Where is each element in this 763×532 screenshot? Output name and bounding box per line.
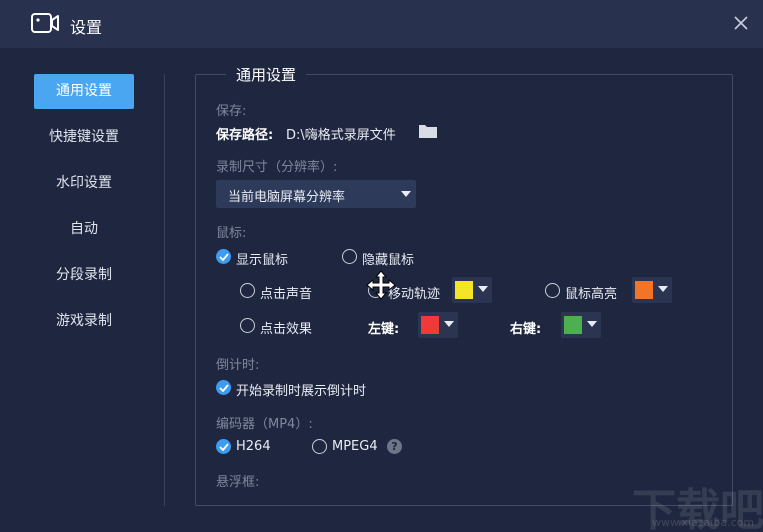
cursor-highlight-color-swatch — [635, 281, 653, 299]
sidebar-item-general[interactable]: 通用设置 — [34, 74, 134, 109]
sidebar-divider — [164, 74, 165, 506]
save-section-label: 保存: — [216, 104, 247, 119]
chevron-down-icon — [444, 321, 454, 327]
click-effect-label: 点击效果 — [260, 322, 313, 337]
checkmark-icon — [218, 383, 229, 392]
resolution-selected-value: 当前电脑屏幕分辨率 — [228, 190, 346, 205]
close-button[interactable] — [728, 10, 754, 36]
move-trail-color-picker[interactable] — [452, 277, 492, 303]
mpeg4-radio[interactable] — [312, 439, 327, 454]
help-icon[interactable]: ? — [387, 439, 402, 454]
checkmark-icon — [218, 252, 229, 261]
click-effect-radio[interactable] — [240, 318, 255, 333]
watermark-url: www.xiazaiba.com — [652, 516, 755, 529]
sidebar-item-hotkeys[interactable]: 快捷键设置 — [34, 120, 134, 155]
hide-cursor-label: 隐藏鼠标 — [362, 253, 415, 268]
h264-label: H264 — [236, 439, 271, 454]
right-key-label: 右键: — [510, 322, 542, 337]
sidebar-item-auto[interactable]: 自动 — [34, 212, 134, 247]
cursor-highlight-label: 鼠标高亮 — [565, 287, 618, 302]
right-key-color-swatch — [564, 316, 582, 334]
show-cursor-checkbox[interactable] — [216, 249, 231, 264]
cursor-highlight-color-picker[interactable] — [632, 277, 672, 303]
resolution-select[interactable]: 当前电脑屏幕分辨率 — [216, 180, 416, 208]
save-path-value: D:\嗨格式录屏文件 — [286, 128, 396, 143]
encoder-section-label: 编码器（MP4）: — [216, 417, 313, 432]
left-key-color-picker[interactable] — [418, 312, 458, 338]
chevron-down-icon — [658, 286, 668, 292]
video-camera-icon — [31, 13, 59, 33]
left-key-color-swatch — [421, 316, 439, 334]
resolution-section-label: 录制尺寸（分辨率）: — [216, 160, 338, 175]
mpeg4-label: MPEG4 — [332, 439, 378, 454]
h264-checkbox[interactable] — [216, 439, 231, 454]
left-key-label: 左键: — [368, 322, 400, 337]
chevron-down-icon — [401, 191, 411, 197]
save-path-label: 保存路径: — [216, 128, 274, 143]
folder-icon[interactable] — [418, 123, 438, 139]
floating-section-label: 悬浮框: — [216, 475, 260, 490]
close-icon — [734, 16, 748, 30]
move-trail-color-swatch — [455, 281, 473, 299]
click-sound-radio[interactable] — [240, 283, 255, 298]
move-cursor-icon — [366, 270, 396, 300]
show-cursor-label: 显示鼠标 — [236, 253, 289, 268]
sidebar-item-watermark[interactable]: 水印设置 — [34, 166, 134, 201]
click-sound-label: 点击声音 — [260, 287, 313, 302]
right-key-color-picker[interactable] — [561, 312, 601, 338]
cursor-highlight-radio[interactable] — [545, 283, 560, 298]
show-countdown-checkbox[interactable] — [216, 380, 231, 395]
sidebar-item-game-recording[interactable]: 游戏录制 — [34, 304, 134, 339]
countdown-section-label: 倒计时: — [216, 358, 260, 373]
mouse-section-label: 鼠标: — [216, 226, 247, 241]
sidebar-item-segment-recording[interactable]: 分段录制 — [34, 258, 134, 293]
title-bar: 设置 — [0, 0, 763, 48]
chevron-down-icon — [587, 321, 597, 327]
chevron-down-icon — [478, 286, 488, 292]
show-countdown-label: 开始录制时展示倒计时 — [236, 384, 367, 399]
group-title: 通用设置 — [226, 64, 307, 85]
checkmark-icon — [218, 442, 229, 451]
hide-cursor-radio[interactable] — [342, 249, 357, 264]
window-title: 设置 — [70, 18, 103, 37]
